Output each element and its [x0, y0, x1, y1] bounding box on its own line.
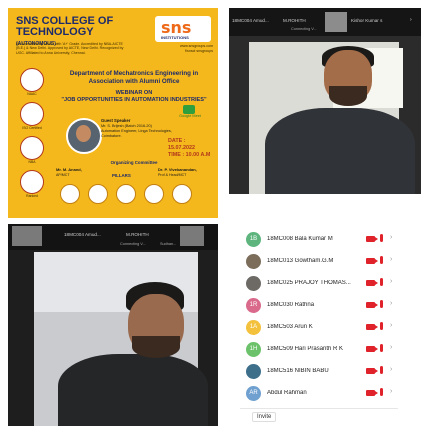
camera-off-icon[interactable]	[366, 258, 378, 264]
participant-thumbnail[interactable]	[180, 226, 204, 246]
coordinator-left: Mr. M. Anand, AP/MCT	[56, 167, 82, 177]
participant-name: Abdul Rahman	[267, 390, 307, 396]
pillar-icon	[88, 184, 108, 204]
coordinator-right: Dr. P. Vivekanandan, Prof & Head/MCT	[158, 167, 197, 177]
pillar-icon	[172, 184, 192, 204]
camera-off-icon[interactable]	[366, 346, 378, 352]
pillars-label: PILLARS	[112, 173, 131, 178]
person-beard	[329, 86, 367, 106]
website-info: www.snsgroups.com f/snsct snsgroups	[180, 44, 213, 53]
participant-name: 18MC509 Hari Prasanth R K	[267, 346, 344, 352]
sns-logo: sns INSTITUTIONS	[155, 16, 211, 42]
tile-label[interactable]: 18MC004 Amud...	[64, 232, 101, 237]
mic-off-icon[interactable]	[380, 256, 383, 264]
tile-label[interactable]: 18MC004 Amud...	[232, 18, 269, 23]
camera-off-icon[interactable]	[366, 368, 378, 374]
organizing-committee-label: Organizing Committee	[110, 160, 158, 165]
connection-status: Connecting V...	[120, 242, 146, 246]
chevron-right-icon[interactable]: ›	[390, 234, 392, 241]
rank-badge-icon	[20, 170, 44, 194]
avatar	[246, 364, 261, 379]
accreditation-badges: NAAC ISO Certified NBA Ranked	[14, 68, 52, 218]
chevron-right-icon[interactable]: ›	[390, 366, 392, 373]
tile-label[interactable]: M.ROHITH	[126, 232, 149, 237]
chevron-right-icon[interactable]: ›	[390, 388, 392, 395]
tile-label[interactable]: Kishor Kumar s	[351, 18, 382, 23]
more-chevron-icon[interactable]: ›	[410, 17, 412, 23]
platform-label: Google Meet	[179, 114, 201, 118]
mic-off-icon[interactable]	[380, 366, 383, 374]
participants-panel: 1B 18MC008 Bala Kumar M › 18MC013 Gowtha…	[240, 224, 398, 428]
pillar-icon	[60, 184, 80, 204]
avatar: 1B	[246, 232, 261, 247]
camera-off-icon[interactable]	[366, 280, 378, 286]
nba-badge-icon	[20, 136, 44, 160]
camera-off-icon[interactable]	[366, 236, 378, 242]
video-panel-bottom: 18MC004 Amud... M.ROHITH Connecting V...…	[8, 224, 218, 426]
chevron-right-icon[interactable]: ›	[390, 300, 392, 307]
avatar: 1H	[246, 342, 261, 357]
avatar: 1A	[246, 320, 261, 335]
participant-row[interactable]: AR Abdul Rahman ›	[240, 382, 398, 404]
mic-off-icon[interactable]	[380, 344, 383, 352]
pillar-icon	[116, 184, 136, 204]
camera-off-icon[interactable]	[366, 324, 378, 330]
webinar-title: WEBINAR ON "JOB OPPORTUNITIES IN AUTOMAT…	[61, 90, 207, 103]
chevron-right-icon[interactable]: ›	[390, 344, 392, 351]
participant-thumbnail[interactable]	[12, 226, 42, 246]
participant-name: 18MC013 Gowtham.G.M	[267, 258, 334, 264]
pillar-icon	[144, 184, 164, 204]
department-title: Department of Mechatronics Engineering i…	[69, 70, 199, 85]
participant-name: 18MC008 Bala Kumar M	[267, 236, 333, 242]
mic-off-icon[interactable]	[380, 322, 383, 330]
tile-label[interactable]: M.ROHITH	[283, 18, 306, 23]
mic-off-icon[interactable]	[380, 300, 383, 308]
chevron-right-icon[interactable]: ›	[390, 278, 392, 285]
date-time: DATE : 15.07.2022 TIME : 10.00 A.M	[168, 138, 211, 158]
person-beard	[132, 336, 180, 358]
participant-thumbnail[interactable]	[325, 12, 347, 32]
participant-row[interactable]: 1B 18MC008 Bala Kumar M ›	[240, 228, 398, 250]
speaker-photo	[66, 118, 102, 154]
avatar	[246, 254, 261, 269]
avatar	[246, 276, 261, 291]
invite-button[interactable]: Invite	[252, 412, 277, 422]
participant-name: 18MC503 Arun K	[267, 324, 313, 330]
camera-off-icon[interactable]	[366, 390, 378, 396]
video-panel-top: 18MC004 Amud... M.ROHITH Connecting V...…	[229, 8, 421, 194]
avatar: 1R	[246, 298, 261, 313]
mic-off-icon[interactable]	[380, 234, 383, 242]
participant-name: 18MC025 PRAJOY THOMAS...	[267, 280, 351, 286]
google-meet-icon	[183, 105, 195, 114]
participant-row[interactable]: 18MC516 NIBIN BABU ›	[240, 360, 398, 382]
chevron-right-icon[interactable]: ›	[390, 322, 392, 329]
webinar-poster: SNS COLLEGE OF TECHNOLOGY (AUTONOMOUS) A…	[8, 8, 218, 218]
connection-status: Connecting V...	[291, 27, 317, 31]
participant-row[interactable]: 1H 18MC509 Hari Prasanth R K ›	[240, 338, 398, 360]
participant-row[interactable]: 1R 18MC030 Rathna ›	[240, 294, 398, 316]
participant-row[interactable]: 18MC013 Gowtham.G.M ›	[240, 250, 398, 272]
divider	[240, 408, 398, 409]
participant-name: 18MC516 NIBIN BABU	[267, 368, 329, 374]
person-shirt	[58, 354, 208, 426]
iso-badge-icon	[20, 102, 44, 126]
participant-row[interactable]: 18MC025 PRAJOY THOMAS... ›	[240, 272, 398, 294]
person-shirt	[265, 108, 415, 194]
camera-off-icon[interactable]	[366, 302, 378, 308]
participant-name: 18MC030 Rathna	[267, 302, 315, 308]
mic-off-icon[interactable]	[380, 388, 383, 396]
mic-off-icon[interactable]	[380, 278, 383, 286]
chevron-right-icon[interactable]: ›	[390, 256, 392, 263]
participant-row[interactable]: 1A 18MC503 Arun K ›	[240, 316, 398, 338]
connection-status: Sudhan...	[160, 242, 177, 246]
speaker-info: Guest Speaker Mr. S. Brijesh (Batch 2016…	[101, 118, 172, 138]
accreditation-text: An Accredited by NAAC with 'A+' Grade. A…	[16, 42, 124, 55]
avatar: AR	[246, 386, 261, 401]
naac-badge-icon	[20, 68, 44, 92]
